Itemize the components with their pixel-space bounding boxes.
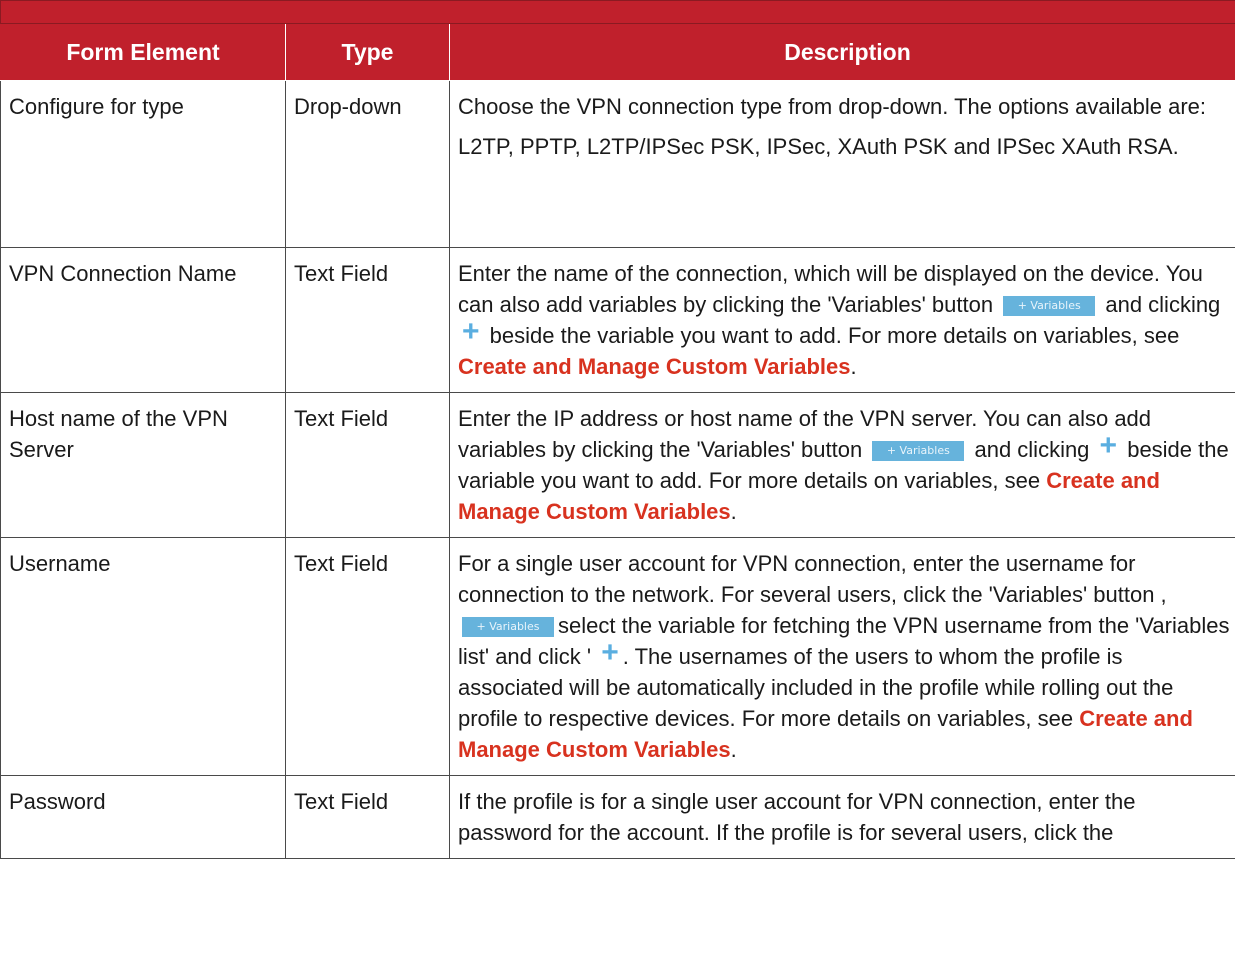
form-element-cell: Username bbox=[0, 537, 286, 776]
form-element-cell: Password bbox=[0, 775, 286, 859]
form-element-cell: Host name of the VPN Server bbox=[0, 392, 286, 538]
type-cell: Text Field bbox=[285, 392, 450, 538]
form-element-cell: VPN Connection Name bbox=[0, 247, 286, 393]
type-cell: Text Field bbox=[285, 537, 450, 776]
type-cell: Drop-down bbox=[285, 80, 450, 248]
table-row: VPN Connection Name Text Field Enter the… bbox=[0, 247, 1235, 393]
table-title-row bbox=[0, 0, 1235, 24]
description-text: . bbox=[730, 737, 737, 762]
description-text: For a single user account for VPN connec… bbox=[458, 551, 1167, 607]
vpn-settings-table: Form Element Type Description Configure … bbox=[0, 0, 1235, 859]
variables-button[interactable]: + Variables bbox=[872, 441, 965, 461]
description-text: and clicking bbox=[1105, 292, 1221, 317]
table-row: Host name of the VPN Server Text Field E… bbox=[0, 392, 1235, 538]
description-cell: Enter the name of the connection, which … bbox=[448, 247, 1235, 393]
description-text: Choose the VPN connection type from drop… bbox=[458, 94, 1207, 119]
description-cell: Enter the IP address or host name of the… bbox=[448, 392, 1235, 538]
variables-button[interactable]: + Variables bbox=[462, 617, 554, 637]
description-text: L2TP, PPTP, L2TP/IPSec PSK, IPSec, XAuth… bbox=[458, 134, 1179, 159]
type-cell: Text Field bbox=[285, 775, 450, 859]
description-cell: If the profile is for a single user acco… bbox=[448, 775, 1235, 859]
description-text: beside the variable you want to add. For… bbox=[489, 323, 1180, 348]
table-header-row: Form Element Type Description bbox=[0, 23, 1235, 81]
variables-button[interactable]: + Variables bbox=[1003, 296, 1096, 316]
table-title bbox=[0, 0, 1235, 24]
description-text: . bbox=[850, 354, 857, 379]
plus-icon[interactable]: + bbox=[462, 317, 480, 347]
description-cell: Choose the VPN connection type from drop… bbox=[448, 80, 1235, 248]
header-type: Type bbox=[285, 23, 450, 81]
description-text: If the profile is for a single user acco… bbox=[458, 789, 1136, 845]
table-row: Password Text Field If the profile is fo… bbox=[0, 775, 1235, 859]
type-cell: Text Field bbox=[285, 247, 450, 393]
header-description: Description bbox=[448, 23, 1235, 81]
header-form-element: Form Element bbox=[0, 23, 286, 81]
description-cell: For a single user account for VPN connec… bbox=[448, 537, 1235, 776]
custom-variables-link[interactable]: Create and Manage Custom Variables bbox=[458, 354, 850, 379]
form-element-cell: Configure for type bbox=[0, 80, 286, 248]
table-row: Username Text Field For a single user ac… bbox=[0, 537, 1235, 776]
plus-icon[interactable]: + bbox=[1100, 431, 1118, 461]
table-row: Configure for type Drop-down Choose the … bbox=[0, 80, 1235, 248]
description-text: . bbox=[730, 499, 737, 524]
plus-icon[interactable]: + bbox=[601, 638, 619, 668]
description-text: and clicking bbox=[974, 437, 1090, 462]
